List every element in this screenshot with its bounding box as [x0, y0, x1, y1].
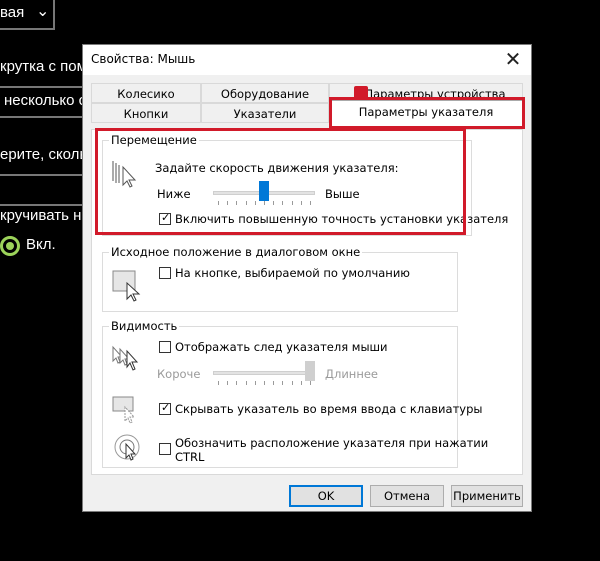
background-dropdown-text: вая — [0, 4, 25, 21]
tab-wheel[interactable]: Колесико — [91, 83, 201, 103]
pointer-trails-checkbox[interactable] — [159, 341, 171, 353]
snap-group: Исходное положение в диалоговом окне На … — [102, 245, 458, 312]
snap-legend: Исходное положение в диалоговом окне — [109, 245, 363, 259]
background-toggle[interactable] — [0, 236, 20, 256]
tab-label: Кнопки — [123, 107, 169, 121]
hide-pointer-checkbox[interactable] — [159, 401, 171, 415]
tab-pointers[interactable]: Указатели — [201, 103, 329, 123]
tab-label: Указатели — [233, 107, 297, 121]
ctrl-locate-checkbox[interactable] — [159, 443, 171, 455]
background-label: ерите, сколь — [0, 146, 88, 163]
background-label: крутка с пом — [0, 58, 87, 75]
snap-label: На кнопке, выбираемой по умолчанию — [175, 266, 410, 280]
trails-long-label: Длиннее — [325, 367, 378, 381]
tab-label: Оборудование — [220, 87, 310, 101]
hide-pointer-icon — [112, 396, 136, 424]
ctrl-locate-label: Обозначить расположение указателя при на… — [175, 436, 489, 450]
chevron-down-icon: ⌄ — [36, 3, 50, 20]
slider-tick — [227, 381, 229, 385]
close-icon[interactable]: ✕ — [501, 47, 525, 71]
slider-tick — [291, 381, 293, 385]
ctrl-locate-label-ctrl: CTRL — [175, 450, 205, 464]
pointer-trails-icon — [112, 345, 139, 371]
slider-tick — [282, 381, 284, 385]
cancel-button[interactable]: Отмена — [370, 485, 444, 507]
ctrl-locate-icon — [114, 434, 140, 461]
visibility-legend: Видимость — [109, 319, 180, 333]
slider-tick — [264, 381, 265, 385]
tab-highlight-frame — [329, 97, 525, 129]
slider-tick — [310, 381, 311, 385]
apply-button[interactable]: Применить — [451, 485, 523, 507]
dialog-title: Свойства: Мышь — [91, 52, 196, 66]
slider-tick — [245, 381, 247, 385]
snap-checkbox[interactable] — [159, 267, 171, 279]
slider-tick — [218, 381, 219, 385]
trails-slider-thumb[interactable] — [305, 361, 315, 381]
slider-tick — [254, 381, 256, 385]
background-field[interactable] — [0, 174, 86, 206]
trails-slider-track[interactable] — [213, 371, 315, 375]
background-field-text: несколько с — [4, 92, 87, 109]
tab-buttons[interactable]: Кнопки — [91, 103, 201, 123]
mouse-properties-dialog: Свойства: Мышь ✕ Колесико Оборудование П… — [82, 44, 532, 512]
visibility-group: Видимость Отображать след указателя мыши… — [102, 319, 488, 468]
background-toggle-label: Вкл. — [26, 236, 56, 253]
slider-tick — [273, 381, 275, 385]
background-label: кручивать н — [0, 207, 82, 224]
motion-highlight-frame — [95, 128, 466, 235]
hide-pointer-label: Скрывать указатель во время ввода с клав… — [175, 402, 483, 416]
snap-to-icon — [112, 270, 141, 302]
slider-tick — [300, 381, 302, 385]
tab-label: Колесико — [117, 87, 175, 101]
tab-hardware[interactable]: Оборудование — [201, 83, 329, 103]
title-bar: Свойства: Мышь ✕ — [83, 45, 531, 75]
ok-button[interactable]: OK — [289, 485, 363, 507]
pointer-trails-label: Отображать след указателя мыши — [175, 340, 388, 354]
trails-short-label: Короче — [157, 367, 201, 381]
slider-tick — [236, 381, 238, 385]
